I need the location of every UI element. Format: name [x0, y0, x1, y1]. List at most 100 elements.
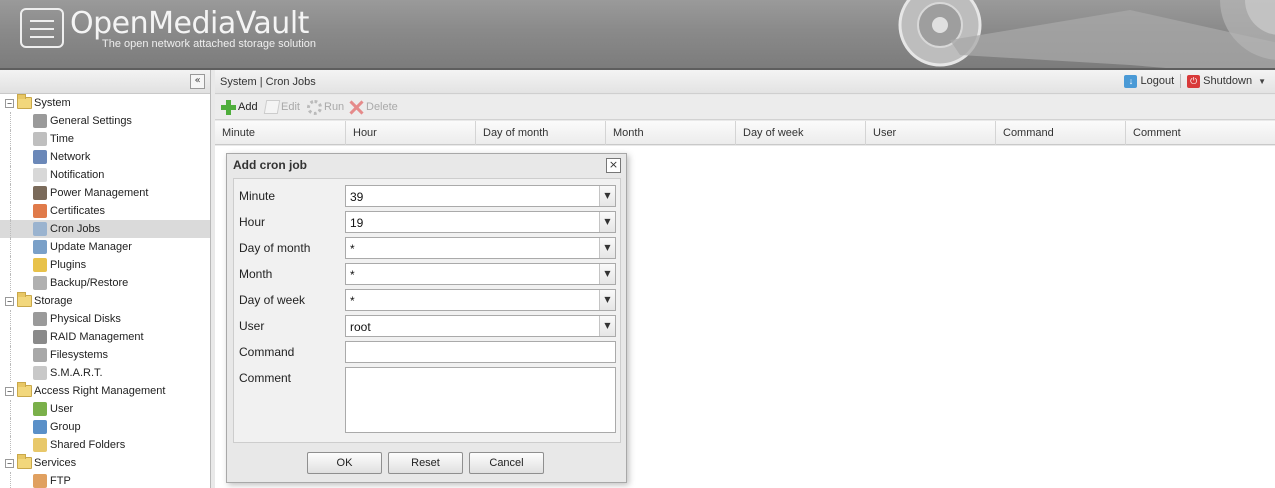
cron-clock-icon — [33, 222, 47, 236]
logo-icon — [20, 8, 64, 48]
sidebar-category-services[interactable]: − Services — [0, 454, 210, 472]
sidebar-category-access-right-management[interactable]: − Access Right Management — [0, 382, 210, 400]
close-icon[interactable]: × — [606, 158, 621, 173]
day-of-week-select[interactable]: * ▼ — [345, 289, 616, 311]
sidebar-category-system[interactable]: − System — [0, 94, 210, 112]
chevron-down-icon[interactable]: ▼ — [599, 212, 615, 232]
command-input[interactable] — [345, 341, 616, 363]
sidebar-item-notification[interactable]: Notification — [0, 166, 210, 184]
sidebar-item-user[interactable]: User — [0, 400, 210, 418]
sidebar-item-label: Update Manager — [50, 241, 132, 253]
grid-header: Minute Hour Day of month Month Day of we… — [215, 121, 1275, 145]
collapse-toggle-icon[interactable]: − — [5, 387, 14, 396]
sidebar-item-plugins[interactable]: Plugins — [0, 256, 210, 274]
logout-icon: ↓ — [1124, 74, 1138, 88]
top-bar: System | Cron Jobs ↓ Logout ⏻ Shutdown ▼ — [215, 70, 1275, 94]
tree-line — [10, 166, 11, 184]
folder-icon — [17, 94, 32, 109]
chevron-down-icon[interactable]: ▼ — [599, 264, 615, 284]
sidebar-item-power-management[interactable]: Power Management — [0, 184, 210, 202]
disk-icon — [33, 312, 47, 326]
month-value: * — [350, 268, 355, 282]
column-header-day-of-month[interactable]: Day of month — [476, 121, 606, 145]
hour-select[interactable]: 19 ▼ — [345, 211, 616, 233]
column-header-minute[interactable]: Minute — [215, 121, 346, 145]
sidebar-item-cron-jobs[interactable]: Cron Jobs — [0, 220, 210, 238]
minute-value: 39 — [350, 190, 364, 204]
sidebar-category-storage[interactable]: − Storage — [0, 292, 210, 310]
add-button[interactable]: Add — [221, 99, 258, 115]
sidebar-item-ftp[interactable]: FTP — [0, 472, 210, 488]
tree-line — [10, 472, 11, 488]
chevron-down-icon[interactable]: ▼ — [599, 186, 615, 206]
sidebar-item-backup-restore[interactable]: Backup/Restore — [0, 274, 210, 292]
run-label: Run — [324, 101, 345, 113]
day-of-month-row: Day of month * ▼ — [234, 237, 622, 259]
sidebar-category-label: Services — [34, 457, 77, 469]
shutdown-button[interactable]: ⏻ Shutdown ▼ — [1183, 74, 1270, 88]
user-select[interactable]: root ▼ — [345, 315, 616, 337]
sidebar-item-s-m-a-r-t[interactable]: S.M.A.R.T. — [0, 364, 210, 382]
run-button[interactable]: Run — [307, 99, 344, 115]
column-header-comment[interactable]: Comment — [1126, 121, 1275, 145]
day-of-month-value: * — [350, 242, 355, 256]
column-header-hour[interactable]: Hour — [346, 121, 476, 145]
edit-icon — [263, 100, 281, 114]
sidebar-item-physical-disks[interactable]: Physical Disks — [0, 310, 210, 328]
tree-line — [10, 346, 11, 364]
chevron-down-icon[interactable]: ▼ — [599, 290, 615, 310]
sidebar-item-label: Notification — [50, 169, 105, 181]
sidebar-item-update-manager[interactable]: Update Manager — [0, 238, 210, 256]
sidebar-item-general-settings[interactable]: General Settings — [0, 112, 210, 130]
sidebar-item-network[interactable]: Network — [0, 148, 210, 166]
logout-button[interactable]: ↓ Logout — [1120, 74, 1178, 88]
delete-button[interactable]: Delete — [349, 99, 398, 115]
sidebar-item-label: Physical Disks — [50, 313, 121, 325]
sidebar-item-label: Filesystems — [50, 349, 109, 361]
delete-x-icon — [349, 100, 364, 115]
gears-icon — [307, 99, 322, 115]
day-of-month-select[interactable]: * ▼ — [345, 237, 616, 259]
hard-disk-illustration — [898, 0, 1275, 68]
column-header-month[interactable]: Month — [606, 121, 736, 145]
month-select[interactable]: * ▼ — [345, 263, 616, 285]
sidebar-item-filesystems[interactable]: Filesystems — [0, 346, 210, 364]
minute-select[interactable]: 39 ▼ — [345, 185, 616, 207]
separator — [1180, 74, 1182, 88]
dialog-form: Minute 39 ▼ Hour 19 ▼ Day of month * ▼ M… — [233, 178, 621, 443]
collapse-toggle-icon[interactable]: − — [5, 297, 14, 306]
chevron-down-icon: ▼ — [1258, 76, 1266, 86]
tree-line — [10, 112, 11, 130]
day-of-month-label: Day of month — [239, 241, 311, 255]
command-label: Command — [239, 345, 295, 359]
chevron-down-icon[interactable]: ▼ — [599, 238, 615, 258]
session-actions: ↓ Logout ⏻ Shutdown ▼ — [1120, 74, 1270, 88]
sidebar-item-certificates[interactable]: Certificates — [0, 202, 210, 220]
note-icon — [33, 168, 47, 182]
cancel-button[interactable]: Cancel — [469, 452, 544, 474]
sidebar-item-label: S.M.A.R.T. — [50, 367, 103, 379]
ok-button[interactable]: OK — [307, 452, 382, 474]
sidebar-item-shared-folders[interactable]: Shared Folders — [0, 436, 210, 454]
sidebar-item-label: Group — [50, 421, 81, 433]
chevron-down-icon[interactable]: ▼ — [599, 316, 615, 336]
sidebar-item-label: Shared Folders — [50, 439, 126, 451]
minute-row: Minute 39 ▼ — [234, 185, 622, 207]
edit-button[interactable]: Edit — [263, 99, 300, 115]
filesystem-icon — [33, 348, 47, 362]
collapse-toggle-icon[interactable]: − — [5, 459, 14, 468]
column-header-day-of-week[interactable]: Day of week — [736, 121, 866, 145]
column-header-user[interactable]: User — [866, 121, 996, 145]
breadcrumb: System | Cron Jobs — [220, 76, 316, 88]
column-header-command[interactable]: Command — [996, 121, 1126, 145]
sidebar-item-group[interactable]: Group — [0, 418, 210, 436]
double-chevron-left-icon[interactable]: « — [190, 74, 205, 89]
collapse-toggle-icon[interactable]: − — [5, 99, 14, 108]
update-globe-icon — [33, 240, 47, 254]
tree-line — [10, 148, 11, 166]
user-row: User root ▼ — [234, 315, 622, 337]
sidebar-item-time[interactable]: Time — [0, 130, 210, 148]
reset-button[interactable]: Reset — [388, 452, 463, 474]
sidebar-item-raid-management[interactable]: RAID Management — [0, 328, 210, 346]
comment-textarea[interactable] — [345, 367, 616, 433]
